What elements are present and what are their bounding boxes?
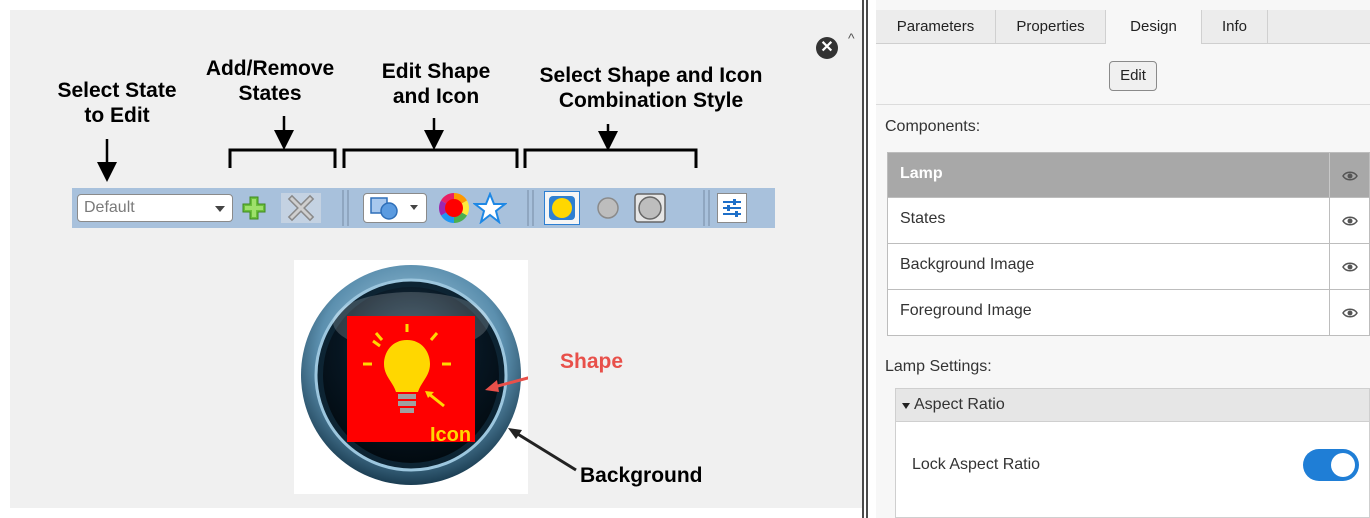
sliders-icon [723,199,741,217]
toolbar-separator [527,190,529,226]
bracket-add-remove [228,148,337,168]
chevron-down-icon [215,206,225,212]
eye-icon [1342,262,1358,272]
caret-down-icon [902,403,910,409]
tab-properties[interactable]: Properties [996,10,1106,43]
add-state-button[interactable] [242,196,266,225]
panel-splitter[interactable] [862,0,868,518]
components-label: Components: [885,118,981,135]
components-table: Lamp States Background Image Foreground … [887,152,1370,336]
toolbar-separator [347,190,349,226]
eye-icon [1342,216,1358,226]
remove-state-button[interactable] [281,193,321,223]
component-name: Foreground Image [900,302,1032,319]
background-label: Background [580,464,703,487]
shape-and-icon-style-button[interactable] [544,191,580,225]
toolbar-separator [708,190,710,226]
chevron-down-icon [410,205,418,210]
visibility-toggle[interactable] [1329,198,1369,243]
eye-icon [1342,171,1358,181]
visibility-toggle[interactable] [1329,244,1369,289]
lock-aspect-ratio-toggle[interactable] [1303,449,1359,481]
annotation-arrows [97,116,698,182]
state-select-value: Default [84,199,135,216]
chevron-up-icon[interactable]: ^ [848,30,855,46]
lamp-preview-graphic: Icon [301,265,570,485]
shape-label: Shape [560,350,624,373]
property-panel: Parameters Properties Design Info Edit C… [876,0,1370,518]
circle-in-square-icon [634,193,666,223]
tab-parameters[interactable]: Parameters [876,10,996,43]
x-icon [287,194,315,222]
toolbar-separator [703,190,705,226]
icon-picker-button[interactable] [472,191,508,229]
icon-only-style-button[interactable] [591,191,625,230]
bracket-combination [523,148,698,168]
panel-tabs: Parameters Properties Design Info [876,10,1370,44]
eye-icon [1342,308,1358,318]
shapes-icon [370,197,398,220]
lamp-preview: Icon [294,260,570,494]
component-row-lamp[interactable]: Lamp [887,152,1370,198]
color-wheel-icon [438,193,470,223]
shape-select-dropdown[interactable] [363,193,427,223]
aspect-ratio-section: Aspect Ratio Lock Aspect Ratio [895,388,1370,518]
shape-only-style-button[interactable] [631,191,669,230]
component-row-states[interactable]: States [887,198,1370,244]
component-name: Background Image [900,256,1035,273]
lock-aspect-ratio-label: Lock Aspect Ratio [912,456,1041,473]
lamp-settings-label: Lamp Settings: [885,358,992,375]
color-picker-button[interactable] [438,192,472,229]
yellow-circle-square-icon [549,196,575,220]
settings-button[interactable] [717,193,747,223]
icon-label: Icon [430,424,471,446]
toolbar-separator [342,190,344,226]
toggle-knob [1331,453,1355,477]
toolbar-separator [532,190,534,226]
divider [876,104,1370,105]
editor-canvas: Select State to Edit Add/Remove States E… [10,10,862,508]
visibility-toggle[interactable] [1329,290,1369,335]
close-icon[interactable]: ✕ [816,37,838,59]
bracket-edit-shape [342,148,519,168]
component-row-foreground-image[interactable]: Foreground Image [887,290,1370,336]
edit-button[interactable]: Edit [1109,61,1157,91]
component-name: States [900,210,946,227]
tab-info[interactable]: Info [1202,10,1268,43]
lamp-editor-toolbar: Default [72,188,775,228]
background-arrow [508,428,577,472]
component-name: Lamp [900,165,943,182]
visibility-toggle[interactable] [1329,153,1369,197]
star-icon [472,191,508,225]
aspect-ratio-title: Aspect Ratio [914,396,1005,413]
state-select-dropdown[interactable]: Default [77,194,233,222]
gray-circle-icon [597,197,619,219]
aspect-ratio-header[interactable]: Aspect Ratio [896,389,1369,422]
tab-design[interactable]: Design [1106,10,1202,44]
component-row-background-image[interactable]: Background Image [887,244,1370,290]
plus-icon [242,196,266,220]
